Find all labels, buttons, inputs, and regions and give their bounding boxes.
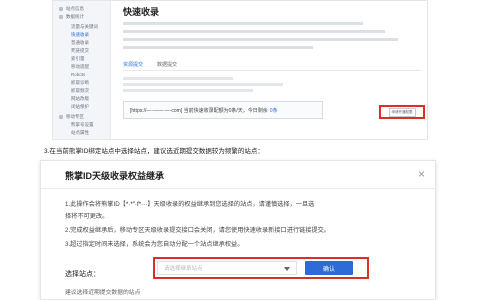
tab-divider — [123, 70, 421, 71]
xiongzhang-id-name: *·*"·f*··· — [125, 201, 148, 208]
sidebar: 站点信息数据统计流量与关键词 快速收录普通收录死链提交索引量移动适配 Robots 抓… — [53, 1, 111, 139]
sidebar-item-label: Robots — [71, 72, 86, 77]
highlight-frame: 申请开通权限 — [379, 105, 425, 119]
note-line — [123, 83, 283, 86]
sidebar-item-label: 移动适配 — [71, 63, 89, 69]
sidebar-item-label: 普通收录 — [71, 39, 89, 45]
chevron-down-icon — [284, 267, 290, 271]
confirm-button[interactable]: 确认 — [305, 261, 353, 275]
quota-count: 0条 — [269, 107, 278, 114]
site-select-placeholder: 请选择继承站点 — [164, 266, 203, 272]
sidebar-item[interactable]: 站点信息 — [59, 5, 84, 12]
dialog-rule-1-cont: 择将不可更改。 — [65, 213, 109, 220]
description-line — [123, 21, 363, 26]
page-title: 快速收录 — [123, 7, 160, 17]
sidebar-item-label: 站点信息 — [66, 5, 84, 11]
sidebar-item[interactable]: 抓取诊断 — [71, 79, 89, 86]
sidebar-item-label: 站点属性 — [71, 129, 89, 135]
sidebar-item[interactable]: 数据统计 — [59, 13, 84, 20]
menu-icon — [59, 6, 63, 11]
description-line — [123, 37, 398, 42]
sidebar-item-label: 熊掌号设置 — [71, 121, 94, 127]
sidebar-item-label: 死链提交 — [71, 47, 89, 53]
sidebar-item-label: 快速收录 — [71, 31, 89, 37]
sidebar-item[interactable]: Robots — [71, 71, 85, 78]
quota-text: [https://—·——·—·com] 当前快速收录配额为0条/天，今日剩余 — [130, 107, 268, 114]
menu-icon — [59, 14, 63, 19]
sidebar-item[interactable]: 死链提交 — [71, 47, 89, 54]
sidebar-item[interactable]: 熊掌号设置 — [71, 121, 94, 128]
description-line — [123, 45, 313, 50]
dialog-hint: 建议选择近期提交数据的站点 — [65, 290, 141, 296]
sidebar-item[interactable]: 普通收录 — [71, 39, 89, 46]
sidebar-item[interactable]: 闭站保护 — [71, 103, 89, 110]
sidebar-item-label: 抓取诊断 — [71, 79, 89, 85]
note-line — [123, 77, 233, 80]
dialog-rule-1: 1.此操作会将熊掌ID【*·*"·f*···】天级收录的权益继承到您选择的站点，… — [65, 199, 314, 208]
sidebar-item-label: 索引量 — [71, 55, 85, 61]
sidebar-item-label: 网站改版 — [71, 95, 89, 101]
sidebar-item[interactable]: 移动适配 — [71, 63, 89, 70]
site-select[interactable]: 请选择继承站点 — [157, 261, 297, 275]
sidebar-item-label: 抓取频次 — [71, 87, 89, 93]
select-site-label: 选择站点： — [65, 271, 100, 278]
dialog-divider — [41, 188, 435, 189]
note-line — [123, 89, 253, 92]
menu-icon — [59, 114, 63, 119]
sidebar-item[interactable]: 网站改版 — [71, 95, 89, 102]
sidebar-item-label: 流量与关键词 — [71, 23, 98, 29]
sidebar-item[interactable]: 站点属性 — [71, 129, 89, 136]
sidebar-item-label: 移动专区 — [66, 113, 84, 119]
sidebar-item[interactable]: 移动专区 — [59, 113, 84, 120]
close-icon[interactable]: × — [418, 168, 425, 180]
rule-1-prefix: 1.此操作会将熊掌ID【 — [65, 201, 126, 208]
sidebar-item[interactable]: 抓取频次 — [71, 87, 89, 94]
description-line — [123, 29, 385, 34]
step-caption: 3.在当前熊掌ID绑定站点中选择站点，建议选近期提交数据较为频繁的站点： — [44, 148, 264, 155]
sidebar-item-label: 闭站保护 — [71, 103, 89, 109]
apply-permission-button[interactable]: 申请开通权限 — [388, 107, 416, 117]
sidebar-item[interactable]: 快速收录 — [71, 31, 89, 38]
resource-platform-screenshot: 站点信息 数据统计 流量与关键词 快速收录 普通收录 死链提交 索引量 移动适配 Robots 抓… — [52, 0, 428, 140]
sidebar-item[interactable]: 流量与关键词 — [71, 23, 98, 30]
quota-info-box: [https://—·——·—·com] 当前快速收录配额为0条/天，今日剩余 … — [123, 101, 323, 119]
highlight-frame: 请选择继承站点 确认 — [153, 257, 369, 279]
dialog-rule-3: 3.超过指定时间未选择，系统会为您自动分配一个站点继承权益。 — [65, 241, 244, 248]
dialog-rule-2: 2.完成权益继承后，移动专区天级收录提交接口会关闭，请您使用快速收录新接口进行链… — [65, 227, 331, 234]
main-content: 快速收录 资源提交 数据提交 [https://—·——·—·com] 当前快速… — [119, 1, 427, 139]
sidebar-item[interactable]: 索引量 — [71, 55, 85, 62]
inherit-rights-dialog: 熊掌ID天级收录权益继承 × 1.此操作会将熊掌ID【*·*"·f*···】天级… — [40, 160, 436, 300]
sidebar-item-label: 数据统计 — [66, 13, 84, 19]
rule-1-suffix: 】天级收录的权益继承到您选择的站点，请谨慎选择，一旦选 — [147, 201, 315, 208]
dialog-title: 熊掌ID天级收录权益继承 — [65, 171, 165, 181]
